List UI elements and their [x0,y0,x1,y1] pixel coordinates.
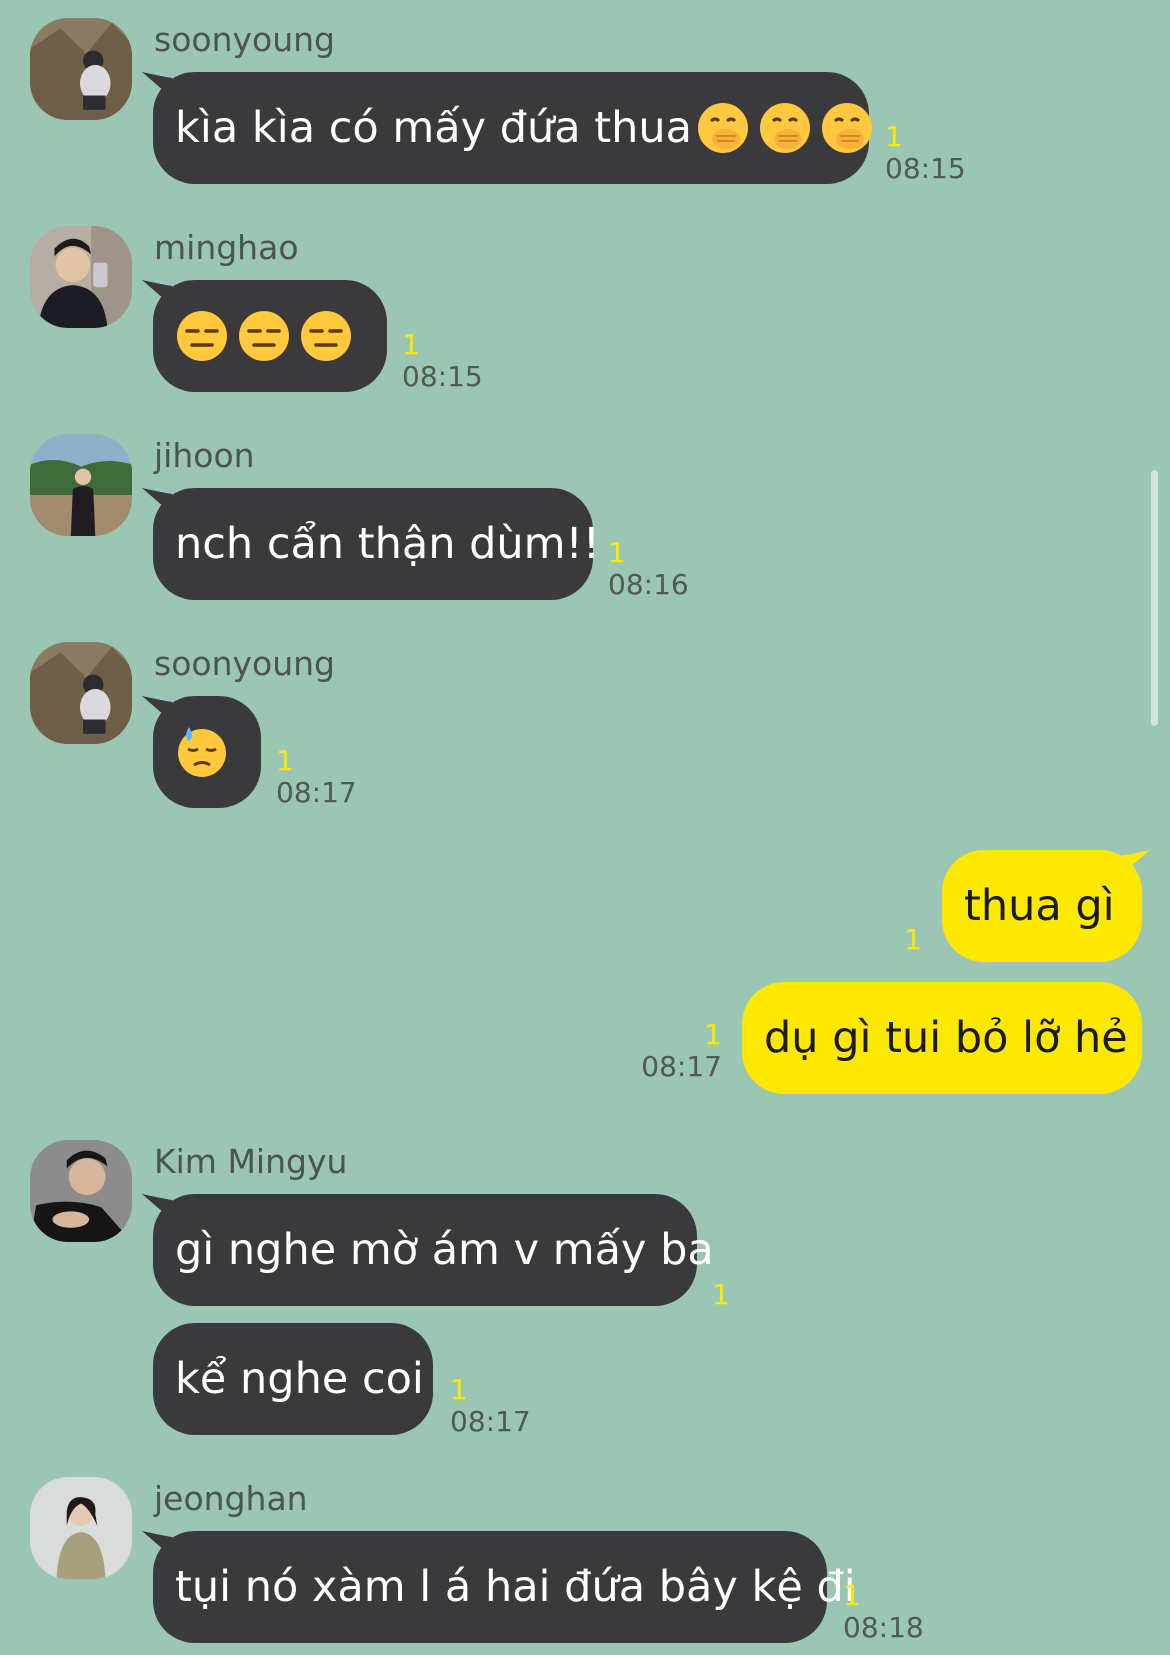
message-text: tụi nó xàm l á hai đứa bây kệ đi [175,1562,856,1612]
message-bubble[interactable]: dụ gì tui bỏ lỡ hẻ [742,982,1142,1094]
scrollbar[interactable] [1151,470,1158,726]
unread-count: 1 [402,328,420,361]
message-text: nch cẩn thận dùm!! [175,519,601,569]
unread-count: 1 [885,120,903,153]
sender-name: Kim Mingyu [154,1142,348,1181]
message-bubble[interactable]: nch cẩn thận dùm!! [153,488,600,600]
message-meta: 1 [904,925,922,955]
message-text: thua gì [964,881,1115,931]
face-with-hand-over-mouth-icon [760,102,810,153]
message-time: 08:15 [402,360,483,393]
chat-view[interactable]: soonyoung kìa kìa có mấy đứa thua 1 08:1… [0,0,1170,1655]
message-bubble[interactable]: thua gì [942,850,1142,962]
message-meta: 1 08:18 [843,1581,924,1645]
sender-name: soonyoung [154,20,335,59]
message-meta: 1 08:17 [641,1020,722,1084]
message-meta: 1 [712,1280,730,1310]
message-meta: 1 08:15 [402,330,483,394]
message-text: dụ gì tui bỏ lỡ hẻ [764,1013,1128,1063]
face-with-hand-over-mouth-icon [698,102,748,153]
sender-name: minghao [154,228,299,267]
message-text: kìa kìa có mấy đứa thua [175,103,692,153]
message-meta: 1 08:17 [450,1375,531,1439]
message-bubble[interactable]: gì nghe mờ ám v mấy ba [153,1194,714,1306]
unread-count: 1 [712,1278,730,1311]
message-meta: 1 08:15 [885,122,966,186]
message-bubble[interactable]: kể nghe coi [153,1323,433,1435]
downcast-face-with-sweat-icon [178,726,226,777]
avatar-jeonghan[interactable] [30,1477,132,1579]
message-meta: 1 08:17 [276,746,357,810]
avatar-soonyoung[interactable] [30,642,132,744]
sender-name: jeonghan [154,1479,308,1518]
message-time: 08:15 [885,152,966,185]
unread-count: 1 [904,923,922,956]
unread-count: 1 [843,1579,861,1612]
avatar-soonyoung[interactable] [30,18,132,120]
unread-count: 1 [450,1373,468,1406]
message-text: kể nghe coi [175,1354,424,1404]
avatar-minghao[interactable] [30,226,132,328]
message-time: 08:16 [608,568,689,601]
message-bubble[interactable] [153,280,387,392]
message-time: 08:18 [843,1611,924,1644]
unread-count: 1 [608,536,626,569]
avatar-jihoon[interactable] [30,434,132,536]
unread-count: 1 [704,1018,722,1051]
message-time: 08:17 [450,1405,531,1438]
message-time: 08:17 [641,1050,722,1083]
expressionless-face-icon [239,310,289,361]
sender-name: soonyoung [154,644,335,683]
expressionless-face-icon [177,310,227,361]
sender-name: jihoon [154,436,255,475]
message-meta: 1 08:16 [608,538,689,602]
bubble-tail [1120,850,1150,876]
face-with-hand-over-mouth-icon [822,102,872,153]
unread-count: 1 [276,744,294,777]
message-bubble[interactable]: kìa kìa có mấy đứa thua [153,72,872,184]
message-time: 08:17 [276,776,357,809]
avatar-kim-mingyu[interactable] [30,1140,132,1242]
message-bubble[interactable] [153,696,261,808]
message-bubble[interactable]: tụi nó xàm l á hai đứa bây kệ đi [153,1531,856,1643]
message-text: gì nghe mờ ám v mấy ba [175,1225,714,1275]
expressionless-face-icon [301,310,351,361]
